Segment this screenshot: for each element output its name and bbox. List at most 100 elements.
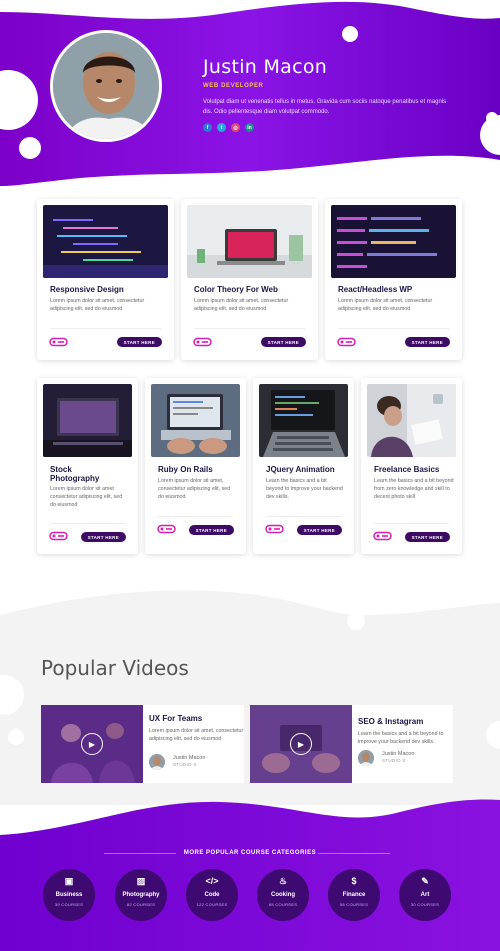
profile-name: Justin Macon [203, 56, 328, 78]
course-thumbnail [331, 205, 456, 278]
key-icon [373, 531, 392, 541]
course-thumbnail [367, 384, 456, 457]
divider [194, 328, 305, 329]
course-description: Learn the basics and a bit beyond to imp… [266, 478, 343, 500]
briefcase-icon: ▣ [64, 876, 74, 886]
course-card-ruby-on-rails[interactable]: Ruby On Rails Lorem ipsum dolor sit amet… [145, 378, 246, 554]
start-here-button[interactable]: START HERE [404, 337, 450, 347]
key-icon [193, 337, 212, 347]
divider [50, 523, 125, 524]
profile-avatar [50, 30, 162, 142]
key-icon [337, 337, 356, 347]
category-count: 65 COURSES [268, 902, 298, 907]
linkedin-icon[interactable]: in [245, 123, 254, 132]
start-here-button[interactable]: START HERE [296, 525, 342, 535]
category-cooking[interactable]: ♨ Cooking 65 COURSES [257, 869, 309, 921]
author-name: Justin Macon [173, 755, 206, 761]
category-business[interactable]: ▣ Business 39 COURSES [43, 869, 95, 921]
hero-section: Justin Macon WEB DEVELOPER Volutpat diam… [0, 0, 500, 200]
divider [158, 516, 233, 517]
image-icon: ▨ [136, 876, 146, 886]
play-icon[interactable]: ▶ [290, 733, 312, 755]
key-icon [49, 531, 68, 541]
category-count: 58 COURSES [339, 902, 369, 907]
instagram-icon[interactable]: ◎ [231, 123, 240, 132]
course-thumbnail [151, 384, 240, 457]
category-photography[interactable]: ▨ Photography 82 COURSES [115, 869, 167, 921]
category-name: Code [204, 892, 220, 898]
profile-role: WEB DEVELOPER [203, 83, 264, 89]
category-name: Business [55, 892, 83, 898]
categories-title: MORE POPULAR COURSE CATEGORIES [183, 850, 317, 856]
video-card-ux-for-teams[interactable]: ▶ UX For Teams Lorem ipsum dolor sit ame… [41, 705, 244, 783]
category-name: Finance [342, 892, 366, 898]
author-name: Justin Macon [382, 751, 415, 757]
start-here-button[interactable]: START HERE [80, 532, 126, 542]
course-card-react-headless[interactable]: React/Headless WP Lorem ipsum dolor sit … [325, 199, 462, 360]
key-icon [265, 524, 284, 534]
author-studio: STUDIO X [382, 758, 406, 763]
course-title: Stock Photography [50, 465, 100, 483]
category-art[interactable]: ✎ Art 30 COURSES [399, 869, 451, 921]
course-description: Lorem ipsum dolor sit amet, consectetur … [338, 298, 433, 312]
video-thumbnail: ▶ [41, 705, 143, 783]
start-here-button[interactable]: START HERE [116, 337, 162, 347]
category-name: Photography [122, 892, 160, 898]
category-finance[interactable]: $ Finance 58 COURSES [328, 869, 380, 921]
course-thumbnail [259, 384, 348, 457]
course-title: Ruby On Rails [158, 465, 213, 474]
start-here-button[interactable]: START HERE [260, 337, 306, 347]
popular-videos-title: Popular Videos [41, 656, 189, 680]
divider [266, 516, 341, 517]
course-card-freelance-basics[interactable]: Freelance Basics Learn the basics and a … [361, 378, 462, 554]
start-here-button[interactable]: START HERE [404, 532, 450, 542]
twitter-icon[interactable]: t [217, 123, 226, 132]
author-avatar [358, 750, 374, 766]
video-thumbnail: ▶ [250, 705, 352, 783]
divider [338, 328, 449, 329]
course-description: Lorem ipsum dolor sit amet, consectetur … [158, 478, 231, 500]
category-name: Cooking [271, 892, 295, 898]
divider [374, 523, 449, 524]
profile-bio: Volutpat diam ut venenatis tellus in met… [203, 99, 447, 115]
category-name: Art [420, 892, 430, 898]
play-icon[interactable]: ▶ [81, 733, 103, 755]
social-links: f t ◎ in [203, 123, 254, 132]
course-card-color-theory[interactable]: Color Theory For Web Lorem ipsum dolor s… [181, 199, 318, 360]
course-description: Lorem ipsum dolor sit amet, consectetur … [50, 298, 145, 312]
category-count: 122 COURSES [196, 902, 228, 907]
video-description: Lorem ipsum dolor sit amet, consectetur … [149, 728, 244, 742]
course-thumbnail [187, 205, 312, 278]
course-card-responsive-design[interactable]: Responsive Design Lorem ipsum dolor sit … [37, 199, 174, 360]
category-code[interactable]: </> Code 122 COURSES [186, 869, 238, 921]
category-count: 39 COURSES [54, 902, 84, 907]
author-avatar [149, 754, 165, 770]
category-count: 30 COURSES [410, 902, 440, 907]
course-title: Freelance Basics [374, 465, 440, 474]
key-icon [157, 524, 176, 534]
facebook-icon[interactable]: f [203, 123, 212, 132]
code-icon: </> [205, 876, 219, 886]
author-studio: STUDIO X [173, 762, 197, 767]
course-thumbnail [43, 205, 168, 278]
course-title: Color Theory For Web [194, 285, 278, 294]
course-thumbnail [43, 384, 132, 457]
utensils-icon: ♨ [278, 876, 288, 886]
brush-icon: ✎ [421, 876, 429, 886]
course-description: Lorem ipsum dolor sit amet, consectetur … [194, 298, 289, 312]
course-description: Learn the basics and a bit beyond from z… [374, 478, 454, 500]
video-description: Learn the basics and a bit beyond to imp… [358, 731, 444, 745]
start-here-button[interactable]: START HERE [188, 525, 234, 535]
course-card-jquery-animation[interactable]: JQuery Animation Learn the basics and a … [253, 378, 354, 554]
category-count: 82 COURSES [126, 902, 156, 907]
dollar-icon: $ [351, 876, 357, 886]
video-card-seo-instagram[interactable]: ▶ SEO & Instagram Learn the basics and a… [250, 705, 453, 783]
course-title: JQuery Animation [266, 465, 335, 474]
divider [50, 328, 161, 329]
video-title: UX For Teams [149, 714, 203, 723]
course-card-stock-photography[interactable]: Stock Photography Lorem ipsum dolor sit … [37, 378, 138, 554]
course-title: React/Headless WP [338, 285, 413, 294]
course-description: Lorem ipsum dolor sit amet consectetur a… [50, 486, 123, 508]
video-title: SEO & Instagram [358, 717, 424, 726]
course-title: Responsive Design [50, 285, 124, 294]
